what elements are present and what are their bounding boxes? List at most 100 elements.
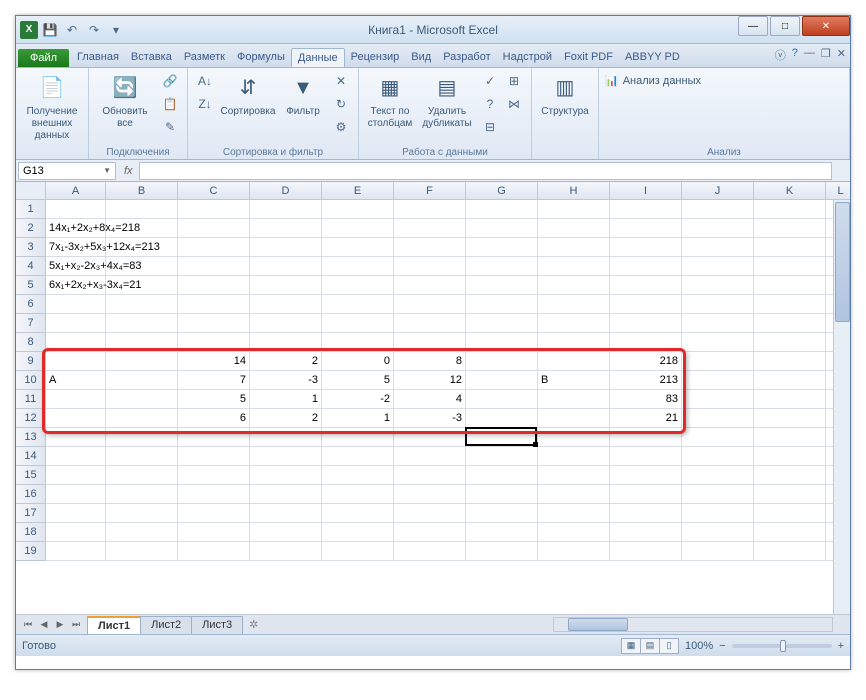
cell-J6[interactable] [682, 295, 754, 314]
cell-C2[interactable] [178, 219, 250, 238]
cell-C13[interactable] [178, 428, 250, 447]
vertical-scrollbar[interactable] [833, 200, 850, 614]
cell-H6[interactable] [538, 295, 610, 314]
connections-icon[interactable]: 🔗 [159, 70, 181, 92]
cell-A6[interactable] [46, 295, 106, 314]
file-tab[interactable]: Файл [18, 49, 69, 67]
tab-главная[interactable]: Главная [71, 48, 125, 67]
zoom-out-button[interactable]: − [719, 640, 725, 652]
namebox-dropdown-icon[interactable]: ▼ [103, 166, 111, 175]
cell-G16[interactable] [466, 485, 538, 504]
cell-D8[interactable] [250, 333, 322, 352]
cell-A15[interactable] [46, 466, 106, 485]
cell-E2[interactable] [322, 219, 394, 238]
relationships-icon[interactable]: ⋈ [503, 93, 525, 115]
cell-H19[interactable] [538, 542, 610, 561]
cell-E5[interactable] [322, 276, 394, 295]
cell-F16[interactable] [394, 485, 466, 504]
next-sheet-icon[interactable]: ▶ [52, 619, 68, 630]
row-header-1[interactable]: 1 [16, 200, 46, 219]
cell-F2[interactable] [394, 219, 466, 238]
cell-F15[interactable] [394, 466, 466, 485]
cell-C1[interactable] [178, 200, 250, 219]
cell-G11[interactable] [466, 390, 538, 409]
cell-A11[interactable] [46, 390, 106, 409]
cell-I17[interactable] [610, 504, 682, 523]
tab-данные[interactable]: Данные [291, 48, 345, 67]
col-header-C[interactable]: C [178, 182, 250, 200]
cell-K4[interactable] [754, 257, 826, 276]
cell-B17[interactable] [106, 504, 178, 523]
cell-C10[interactable]: 7 [178, 371, 250, 390]
first-sheet-icon[interactable]: ⏮ [20, 619, 36, 630]
cell-C6[interactable] [178, 295, 250, 314]
cell-H3[interactable] [538, 238, 610, 257]
cell-E13[interactable] [322, 428, 394, 447]
row-header-5[interactable]: 5 [16, 276, 46, 295]
cell-B12[interactable] [106, 409, 178, 428]
cell-G10[interactable] [466, 371, 538, 390]
cell-F19[interactable] [394, 542, 466, 561]
col-header-F[interactable]: F [394, 182, 466, 200]
row-header-9[interactable]: 9 [16, 352, 46, 371]
cell-K19[interactable] [754, 542, 826, 561]
cell-I1[interactable] [610, 200, 682, 219]
name-box[interactable]: G13 ▼ [18, 162, 116, 180]
cell-G9[interactable] [466, 352, 538, 371]
cell-D11[interactable]: 1 [250, 390, 322, 409]
cell-I18[interactable] [610, 523, 682, 542]
cell-F3[interactable] [394, 238, 466, 257]
cell-H7[interactable] [538, 314, 610, 333]
cell-D12[interactable]: 2 [250, 409, 322, 428]
cell-F17[interactable] [394, 504, 466, 523]
cell-K17[interactable] [754, 504, 826, 523]
group-icon[interactable]: ⊟ [479, 116, 501, 138]
cell-D10[interactable]: -3 [250, 371, 322, 390]
cell-A1[interactable] [46, 200, 106, 219]
cell-J17[interactable] [682, 504, 754, 523]
cell-F18[interactable] [394, 523, 466, 542]
cell-I9[interactable]: 218 [610, 352, 682, 371]
tab-разработ[interactable]: Разработ [437, 48, 496, 67]
cell-G19[interactable] [466, 542, 538, 561]
cell-F12[interactable]: -3 [394, 409, 466, 428]
cell-E4[interactable] [322, 257, 394, 276]
sort-button[interactable]: ⇵ Сортировка [220, 70, 276, 118]
cell-E8[interactable] [322, 333, 394, 352]
cell-J10[interactable] [682, 371, 754, 390]
cell-H11[interactable] [538, 390, 610, 409]
col-header-J[interactable]: J [682, 182, 754, 200]
cell-A4[interactable]: 5x₁+x₂-2x₃+4x₄=83 [46, 257, 106, 276]
cell-A19[interactable] [46, 542, 106, 561]
cell-J5[interactable] [682, 276, 754, 295]
sheet-tab-Лист3[interactable]: Лист3 [191, 616, 243, 634]
data-analysis-button[interactable]: 📊 Анализ данных [605, 70, 701, 87]
cell-K16[interactable] [754, 485, 826, 504]
cell-B2[interactable] [106, 219, 178, 238]
cell-E7[interactable] [322, 314, 394, 333]
cell-A9[interactable] [46, 352, 106, 371]
cell-J1[interactable] [682, 200, 754, 219]
cell-F8[interactable] [394, 333, 466, 352]
tab-надстрой[interactable]: Надстрой [497, 48, 558, 67]
cell-C19[interactable] [178, 542, 250, 561]
cell-B11[interactable] [106, 390, 178, 409]
cell-B6[interactable] [106, 295, 178, 314]
cell-C5[interactable] [178, 276, 250, 295]
cell-F5[interactable] [394, 276, 466, 295]
cell-J2[interactable] [682, 219, 754, 238]
cell-G17[interactable] [466, 504, 538, 523]
cell-H5[interactable] [538, 276, 610, 295]
cell-I14[interactable] [610, 447, 682, 466]
cell-I15[interactable] [610, 466, 682, 485]
cell-K12[interactable] [754, 409, 826, 428]
sort-asc-icon[interactable]: A↓ [194, 70, 216, 92]
cell-E6[interactable] [322, 295, 394, 314]
cell-I4[interactable] [610, 257, 682, 276]
normal-view-button[interactable]: ▦ [621, 638, 641, 654]
tab-вид[interactable]: Вид [405, 48, 437, 67]
cell-E12[interactable]: 1 [322, 409, 394, 428]
hscroll-thumb[interactable] [568, 618, 628, 631]
save-icon[interactable]: 💾 [40, 20, 60, 40]
refresh-all-button[interactable]: 🔄 Обновить все [95, 70, 155, 130]
